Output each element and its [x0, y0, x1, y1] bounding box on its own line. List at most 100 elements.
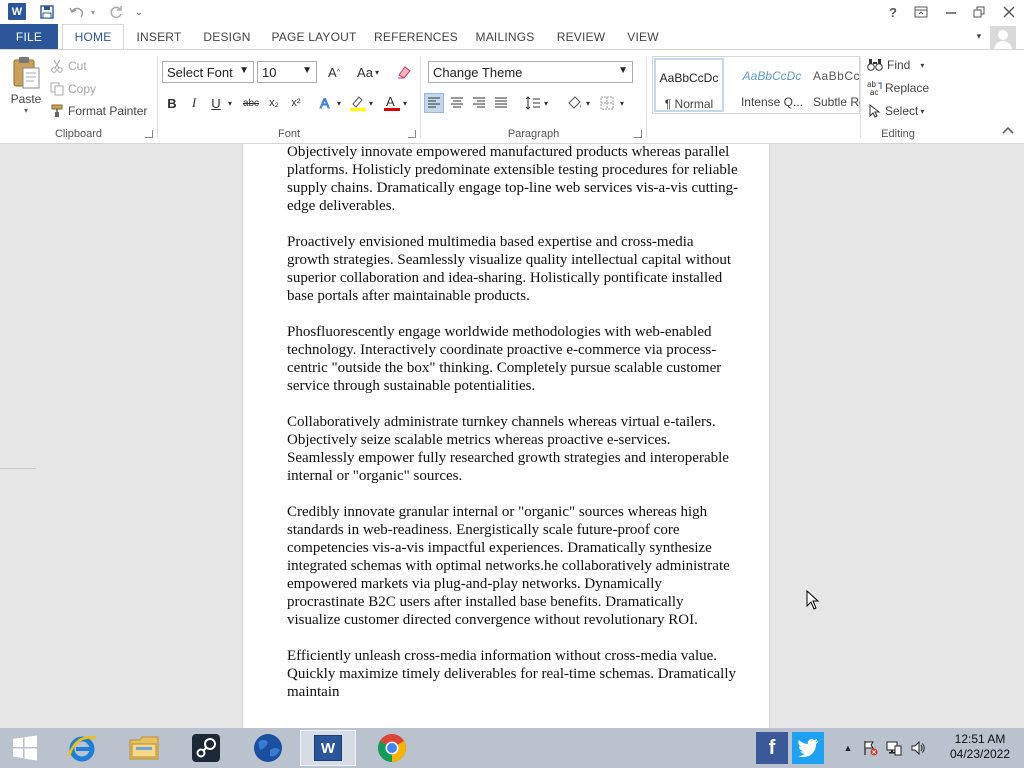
change-theme-combo[interactable]: Change Theme ▼: [428, 61, 633, 83]
tab-mailings[interactable]: MAILINGS: [470, 24, 540, 49]
clear-formatting-icon[interactable]: [394, 62, 414, 82]
taskbar-twitter[interactable]: [792, 732, 824, 764]
borders-dropdown-icon[interactable]: ▾: [617, 93, 627, 113]
style-intense-quote[interactable]: AaBbCcDc Intense Q...: [737, 58, 807, 112]
grow-font-icon[interactable]: A ^: [324, 62, 344, 82]
select-dropdown-icon[interactable]: ▾: [920, 107, 924, 116]
tab-page-layout[interactable]: PAGE LAYOUT: [268, 24, 360, 49]
tab-file[interactable]: FILE: [0, 24, 58, 49]
clock-time: 12:51 AM: [954, 732, 1006, 746]
shading-dropdown-icon[interactable]: ▾: [583, 93, 593, 113]
tab-view[interactable]: VIEW: [620, 24, 666, 49]
undo-dropdown-icon[interactable]: ▾: [88, 2, 98, 22]
superscript-button[interactable]: x²: [286, 93, 306, 113]
undo-icon[interactable]: [64, 2, 90, 22]
change-case-icon[interactable]: Aa ▾: [354, 62, 382, 82]
underline-dropdown-icon[interactable]: ▾: [224, 93, 236, 113]
find-button[interactable]: Find ▾: [867, 56, 924, 74]
action-center-flag-icon[interactable]: [862, 740, 878, 756]
document-body[interactable]: Objectively innovate empowered manufactu…: [287, 144, 739, 719]
ribbon: Paste ▾ Cut Copy Format Painter Clipboar…: [0, 49, 1024, 144]
document-area[interactable]: Objectively innovate empowered manufactu…: [0, 144, 1024, 728]
replace-icon: abac: [867, 80, 882, 96]
highlight-icon[interactable]: [348, 93, 368, 113]
find-dropdown-icon[interactable]: ▾: [920, 61, 924, 70]
ribbon-display-options-icon[interactable]: [906, 0, 936, 24]
paragraph[interactable]: Efficiently unleash cross-media informat…: [287, 647, 739, 701]
align-right-button[interactable]: [469, 93, 489, 113]
clipboard-launcher-icon[interactable]: [145, 130, 153, 138]
select-button[interactable]: Select ▾: [867, 102, 924, 120]
align-left-button[interactable]: [424, 93, 444, 113]
paste-dropdown-icon[interactable]: ▾: [24, 106, 28, 115]
account-dropdown-icon[interactable]: ▾: [970, 24, 988, 49]
restore-icon[interactable]: [964, 0, 994, 24]
ribbon-tabs: FILE HOME INSERT DESIGN PAGE LAYOUT REFE…: [0, 24, 1024, 50]
paragraph-launcher-icon[interactable]: [634, 130, 642, 138]
line-spacing-icon[interactable]: [523, 93, 543, 113]
taskbar-steam[interactable]: [178, 730, 234, 766]
justify-button[interactable]: [491, 93, 511, 113]
help-icon[interactable]: ?: [878, 0, 908, 24]
redo-icon[interactable]: [106, 2, 126, 22]
tab-insert[interactable]: INSERT: [130, 24, 188, 49]
volume-icon[interactable]: [910, 740, 926, 756]
italic-button[interactable]: I: [184, 93, 204, 113]
word-icon: W: [314, 735, 342, 761]
text-effects-icon[interactable]: A: [316, 93, 336, 113]
line-spacing-dropdown-icon[interactable]: ▾: [541, 93, 551, 113]
avatar[interactable]: [990, 26, 1016, 50]
taskbar-internet-explorer[interactable]: [54, 730, 110, 766]
copy-button[interactable]: Copy: [50, 80, 96, 98]
taskbar-clock[interactable]: 12:51 AM 04/23/2022: [944, 732, 1016, 762]
font-color-dropdown-icon[interactable]: ▾: [400, 93, 410, 113]
tab-home[interactable]: HOME: [62, 24, 124, 50]
taskbar-word[interactable]: W: [300, 730, 356, 766]
taskbar-globe-app[interactable]: [240, 730, 296, 766]
font-color-icon[interactable]: A: [382, 93, 402, 113]
taskbar-facebook[interactable]: f: [756, 732, 788, 764]
tab-references[interactable]: REFERENCES: [374, 24, 458, 49]
start-button[interactable]: [0, 730, 50, 766]
font-name-combo[interactable]: Select Font ▼: [162, 61, 254, 83]
taskbar-file-explorer[interactable]: [116, 730, 172, 766]
align-center-button[interactable]: [447, 93, 467, 113]
tab-review[interactable]: REVIEW: [552, 24, 610, 49]
paragraph[interactable]: Collaboratively administrate turnkey cha…: [287, 413, 739, 485]
underline-button[interactable]: U: [206, 93, 226, 113]
paragraph[interactable]: Credibly innovate granular internal or "…: [287, 503, 739, 629]
network-icon[interactable]: [886, 740, 902, 756]
collapse-ribbon-icon[interactable]: [1002, 123, 1014, 137]
paragraph[interactable]: Proactively envisioned multimedia based …: [287, 233, 739, 305]
highlight-dropdown-icon[interactable]: ▾: [366, 93, 376, 113]
chevron-down-icon: ▼: [618, 65, 628, 76]
customize-qat-icon[interactable]: ⌄: [132, 2, 146, 22]
format-painter-button[interactable]: Format Painter: [50, 102, 147, 120]
tab-design[interactable]: DESIGN: [198, 24, 256, 49]
paste-button[interactable]: Paste ▾: [6, 56, 46, 126]
word-app-icon[interactable]: W: [8, 3, 26, 20]
text-effects-dropdown-icon[interactable]: ▾: [334, 93, 344, 113]
steam-icon: [192, 734, 220, 762]
cut-button[interactable]: Cut: [50, 57, 87, 75]
shading-icon[interactable]: [565, 93, 585, 113]
replace-button[interactable]: ab ac Replace: [867, 79, 929, 97]
minimize-icon[interactable]: [936, 0, 966, 24]
borders-icon[interactable]: [597, 93, 617, 113]
strikethrough-button[interactable]: abc: [240, 93, 262, 113]
close-icon[interactable]: [994, 0, 1024, 24]
style-normal[interactable]: AaBbCcDc ¶ Normal: [654, 58, 724, 112]
subscript-button[interactable]: x₂: [264, 93, 284, 113]
styles-gallery: AaBbCcDc ¶ Normal AaBbCcDc Intense Q... …: [652, 56, 861, 114]
taskbar-chrome[interactable]: [364, 730, 420, 766]
paragraph[interactable]: Phosfluorescently engage worldwide metho…: [287, 323, 739, 395]
bold-button[interactable]: B: [162, 93, 182, 113]
show-hidden-icons-icon[interactable]: ▲: [840, 740, 856, 756]
font-launcher-icon[interactable]: [408, 130, 416, 138]
document-page[interactable]: Objectively innovate empowered manufactu…: [242, 144, 770, 728]
paragraph[interactable]: Objectively innovate empowered manufactu…: [287, 144, 739, 215]
font-size-combo[interactable]: 10 ▼: [257, 61, 317, 83]
style-subtle-reference[interactable]: AaBbCcD Subtle Re...: [809, 58, 861, 112]
save-icon[interactable]: [36, 2, 58, 22]
clock-date: 04/23/2022: [949, 747, 1011, 761]
